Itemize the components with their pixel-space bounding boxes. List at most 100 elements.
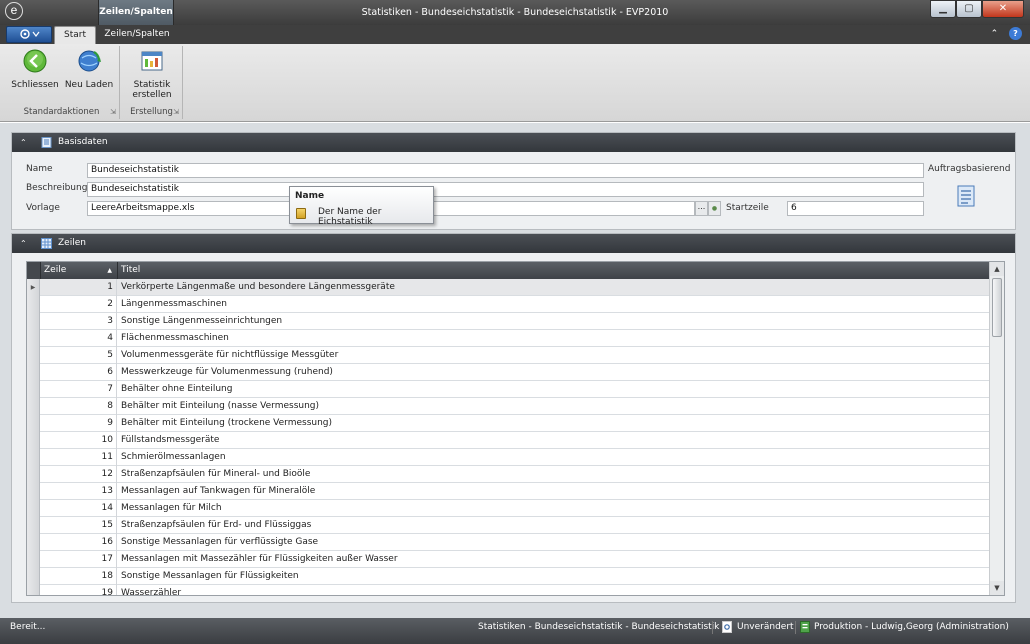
neu-laden-button[interactable]: Neu Laden [62, 48, 116, 90]
cell-zeile[interactable]: 9 [41, 415, 117, 432]
cell-zeile[interactable]: 14 [41, 500, 117, 517]
collapse-chevron-icon[interactable]: ⌃ [20, 133, 27, 152]
cell-titel[interactable]: Volumenmessgeräte für nichtflüssige Mess… [118, 347, 338, 364]
app-menu-button[interactable] [6, 26, 52, 43]
cell-zeile[interactable]: 1 [41, 279, 117, 296]
tab-start[interactable]: Start [54, 26, 96, 44]
table-row[interactable]: 16 Sonstige Messanlagen für verflüssigte … [27, 534, 990, 551]
table-row[interactable]: 18 Sonstige Messanlagen für Flüssigkeiten [27, 568, 990, 585]
cell-titel[interactable]: Sonstige Messanlagen für Flüssigkeiten [118, 568, 299, 585]
cell-titel[interactable]: Messanlagen auf Tankwagen für Mineralöle [118, 483, 315, 500]
row-indicator[interactable] [27, 364, 40, 381]
statistik-erstellen-button[interactable]: Statistik erstellen [125, 48, 179, 100]
row-indicator[interactable] [27, 398, 40, 415]
cell-titel[interactable]: Verkörperte Längenmaße und besondere Län… [118, 279, 395, 296]
cell-zeile[interactable]: 7 [41, 381, 117, 398]
close-button[interactable]: ✕ [982, 0, 1024, 18]
grid-vertical-scrollbar[interactable]: ▲ ▼ [989, 262, 1004, 595]
auftragsbasierend-checkbox-icon[interactable] [957, 185, 975, 207]
cell-zeile[interactable]: 16 [41, 534, 117, 551]
cell-titel[interactable]: Füllstandsmessgeräte [118, 432, 219, 449]
row-indicator[interactable] [27, 347, 40, 364]
cell-zeile[interactable]: 2 [41, 296, 117, 313]
minimize-button[interactable]: ▁ [930, 0, 956, 18]
table-row[interactable]: 10 Füllstandsmessgeräte [27, 432, 990, 449]
ribbon-collapse-icon[interactable]: ⌃ [991, 29, 999, 39]
row-indicator[interactable] [27, 585, 40, 595]
help-icon[interactable]: ? [1009, 27, 1022, 40]
row-indicator[interactable] [27, 500, 40, 517]
dialog-launcher-icon[interactable]: ⇲ [110, 108, 116, 116]
scroll-thumb[interactable] [992, 278, 1002, 337]
row-indicator[interactable] [27, 534, 40, 551]
scroll-down-icon[interactable]: ▼ [990, 581, 1004, 595]
cell-zeile[interactable]: 6 [41, 364, 117, 381]
beschreibung-input[interactable]: Bundeseichstatistik [87, 182, 924, 197]
table-row[interactable]: 14 Messanlagen für Milch [27, 500, 990, 517]
column-header-zeile[interactable]: Zeile ▲ [41, 262, 118, 279]
cell-titel[interactable]: Behälter ohne Einteilung [118, 381, 232, 398]
cell-titel[interactable]: Sonstige Längenmesseinrichtungen [118, 313, 282, 330]
app-logo-icon[interactable]: e [5, 2, 23, 20]
vorlage-clear-button[interactable]: ● [708, 201, 721, 216]
cell-titel[interactable]: Behälter mit Einteilung (trockene Vermes… [118, 415, 332, 432]
tab-zeilen-spalten[interactable]: Zeilen/Spalten [99, 26, 175, 44]
row-indicator[interactable] [27, 296, 40, 313]
dialog-launcher-icon[interactable]: ⇲ [173, 108, 179, 116]
table-row[interactable]: 9 Behälter mit Einteilung (trockene Verme… [27, 415, 990, 432]
row-indicator[interactable] [27, 381, 40, 398]
cell-titel[interactable]: Messanlagen mit Massezähler für Flüssigk… [118, 551, 398, 568]
cell-titel[interactable]: Straßenzapfsäulen für Mineral- und Bioöl… [118, 466, 310, 483]
cell-titel[interactable]: Wasserzähler [118, 585, 181, 595]
table-row[interactable]: 4 Flächenmessmaschinen [27, 330, 990, 347]
table-row[interactable]: 2 Längenmessmaschinen [27, 296, 990, 313]
row-indicator[interactable] [27, 449, 40, 466]
cell-zeile[interactable]: 8 [41, 398, 117, 415]
cell-titel[interactable]: Schmierölmessanlagen [118, 449, 226, 466]
table-row[interactable]: 3 Sonstige Längenmesseinrichtungen [27, 313, 990, 330]
row-indicator[interactable] [27, 313, 40, 330]
cell-titel[interactable]: Flächenmessmaschinen [118, 330, 229, 347]
cell-zeile[interactable]: 19 [41, 585, 117, 595]
row-indicator[interactable] [27, 483, 40, 500]
zeilen-header[interactable]: ⌃ Zeilen [12, 234, 1015, 253]
table-row[interactable]: ▶ 1 Verkörperte Längenmaße und besondere L… [27, 279, 990, 296]
row-indicator[interactable] [27, 517, 40, 534]
row-indicator[interactable] [27, 568, 40, 585]
table-row[interactable]: 6 Messwerkzeuge für Volumenmessung (ruhen… [27, 364, 990, 381]
table-row[interactable]: 8 Behälter mit Einteilung (nasse Vermessu… [27, 398, 990, 415]
table-row[interactable]: 19 Wasserzähler [27, 585, 990, 595]
table-row[interactable]: 11 Schmierölmessanlagen [27, 449, 990, 466]
vorlage-browse-button[interactable]: ... [695, 201, 708, 216]
table-row[interactable]: 12 Straßenzapfsäulen für Mineral- und Bio… [27, 466, 990, 483]
cell-titel[interactable]: Behälter mit Einteilung (nasse Vermessun… [118, 398, 319, 415]
row-indicator[interactable] [27, 432, 40, 449]
cell-zeile[interactable]: 15 [41, 517, 117, 534]
cell-titel[interactable]: Messwerkzeuge für Volumenmessung (ruhend… [118, 364, 333, 381]
startzeile-input[interactable]: 6 [787, 201, 924, 216]
cell-zeile[interactable]: 5 [41, 347, 117, 364]
cell-zeile[interactable]: 4 [41, 330, 117, 347]
table-row[interactable]: 17 Messanlagen mit Massezähler für Flüssi… [27, 551, 990, 568]
scroll-up-icon[interactable]: ▲ [990, 262, 1004, 276]
cell-titel[interactable]: Messanlagen für Milch [118, 500, 222, 517]
cell-zeile[interactable]: 10 [41, 432, 117, 449]
cell-titel[interactable]: Sonstige Messanlagen für verflüssigte Ga… [118, 534, 318, 551]
cell-zeile[interactable]: 17 [41, 551, 117, 568]
row-indicator[interactable]: ▶ [27, 279, 40, 296]
table-row[interactable]: 13 Messanlagen auf Tankwagen für Mineralö… [27, 483, 990, 500]
table-row[interactable]: 7 Behälter ohne Einteilung [27, 381, 990, 398]
cell-zeile[interactable]: 18 [41, 568, 117, 585]
collapse-chevron-icon[interactable]: ⌃ [20, 234, 27, 253]
row-indicator[interactable] [27, 466, 40, 483]
name-input[interactable]: Bundeseichstatistik [87, 163, 924, 178]
cell-zeile[interactable]: 3 [41, 313, 117, 330]
cell-zeile[interactable]: 11 [41, 449, 117, 466]
table-row[interactable]: 5 Volumenmessgeräte für nichtflüssige Mes… [27, 347, 990, 364]
schliessen-button[interactable]: Schliessen [10, 48, 60, 90]
cell-titel[interactable]: Längenmessmaschinen [118, 296, 227, 313]
maximize-button[interactable]: ▢ [956, 0, 982, 18]
row-indicator[interactable] [27, 551, 40, 568]
basisdaten-header[interactable]: ⌃ Basisdaten [12, 133, 1015, 152]
cell-zeile[interactable]: 12 [41, 466, 117, 483]
